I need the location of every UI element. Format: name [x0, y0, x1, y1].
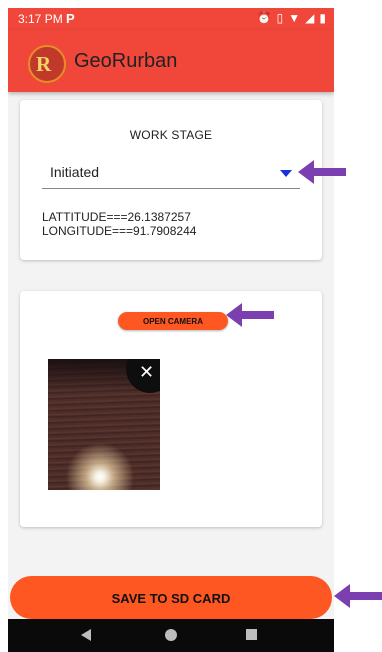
arrow-shaft	[240, 311, 274, 319]
annotation-arrow-icon	[226, 303, 274, 327]
longitude-text: LONGITUDE===91.7908244	[42, 224, 197, 238]
close-icon: ✕	[139, 362, 155, 382]
app-bar: R GeoRurban	[8, 30, 334, 92]
battery-icon: ▮	[319, 11, 326, 25]
remove-photo-button[interactable]: ✕	[126, 359, 160, 393]
app-title: GeoRurban	[74, 50, 178, 72]
recent-apps-icon[interactable]	[246, 629, 257, 640]
app-logo: R	[28, 45, 66, 83]
open-camera-button[interactable]: OPEN CAMERA	[118, 312, 228, 330]
arrow-shaft	[312, 168, 346, 176]
captured-photo: ✕	[48, 359, 160, 490]
phone-screen: 3:17 PM P ⏰ ▯ ▼ ◢ ▮ R GeoRurban WORK STA…	[8, 8, 334, 652]
arrow-head	[334, 584, 350, 608]
notification-p-icon: P	[66, 11, 75, 26]
save-to-sd-card-button[interactable]: SAVE TO SD CARD	[10, 576, 332, 619]
work-stage-label: WORK STAGE	[129, 128, 213, 142]
coordinates: LATTITUDE===26.1387257 LONGITUDE===91.79…	[42, 210, 196, 238]
annotation-arrow-icon	[334, 584, 382, 608]
arrow-head	[226, 303, 242, 327]
status-icons: ⏰ ▯ ▼ ◢ ▮	[257, 11, 326, 25]
status-bar: 3:17 PM P ⏰ ▯ ▼ ◢ ▮	[8, 8, 334, 30]
work-stage-value: Initiated	[50, 164, 100, 180]
status-time: 3:17 PM	[18, 12, 63, 26]
latitude-text: LATTITUDE===26.1387257	[42, 210, 191, 224]
alarm-icon: ⏰	[256, 11, 272, 25]
annotation-arrow-icon	[298, 160, 346, 184]
arrow-head	[298, 160, 314, 184]
work-stage-dropdown[interactable]: Initiated	[42, 158, 300, 189]
location-card: WORK STAGE Initiated LATTITUDE===26.1387…	[20, 100, 322, 260]
back-icon[interactable]	[81, 629, 91, 641]
dropdown-arrow-icon[interactable]	[280, 170, 292, 177]
wifi-icon: ▼	[288, 11, 301, 25]
home-icon[interactable]	[165, 629, 177, 641]
logo-letter: R	[36, 52, 52, 76]
signal-icon: ◢	[305, 11, 315, 25]
camera-card: OPEN CAMERA ✕	[20, 291, 322, 527]
navigation-bar	[8, 619, 334, 652]
arrow-shaft	[348, 592, 382, 600]
vibrate-icon: ▯	[276, 11, 284, 25]
